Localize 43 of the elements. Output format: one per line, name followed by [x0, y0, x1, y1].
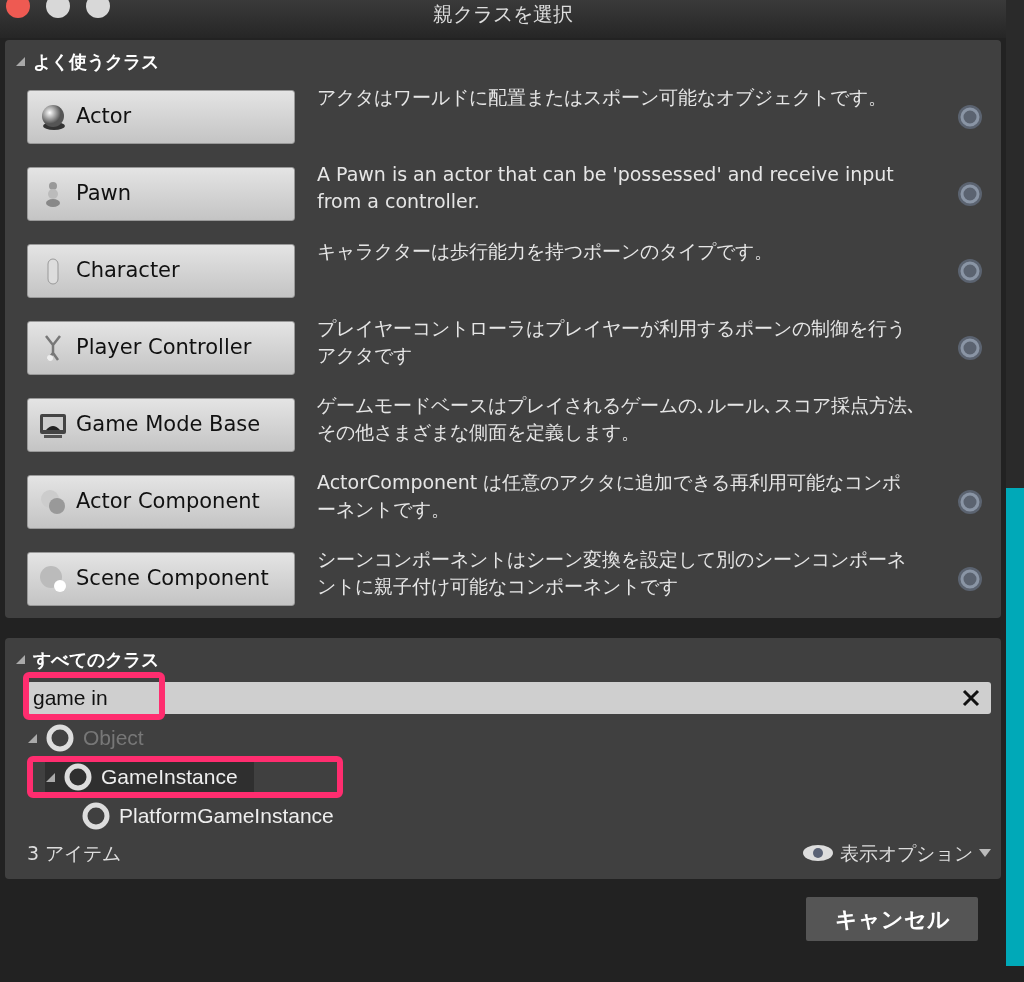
- class-button[interactable]: Scene Component: [27, 552, 295, 606]
- class-description: キャラクターは歩行能力を持つポーンのタイプです。: [317, 239, 774, 264]
- help-icon[interactable]: [957, 489, 983, 515]
- class-description: A Pawn is an actor that can be 'possessed' and receive input from a controller.: [317, 162, 895, 214]
- eye-icon: [802, 843, 834, 863]
- help-icon[interactable]: [957, 566, 983, 592]
- cancel-button[interactable]: キャンセル: [806, 897, 978, 941]
- help-icon[interactable]: [957, 258, 983, 284]
- class-icon: [81, 800, 111, 831]
- class-name: PlatformGameInstance: [119, 802, 334, 829]
- expanded-triangle-icon[interactable]: [15, 56, 25, 66]
- expanded-triangle-icon[interactable]: [15, 654, 25, 664]
- class-description: プレイヤーコントローラはプレイヤーが利用するポーンの制御を行うアクタです: [317, 316, 907, 368]
- class-button[interactable]: Actor Component: [27, 475, 295, 529]
- class-button[interactable]: Game Mode Base: [27, 398, 295, 452]
- spheres-icon: [38, 487, 68, 517]
- window-title: 親クラスを選択: [433, 4, 573, 24]
- class-button[interactable]: Character: [27, 244, 295, 298]
- section-title: すべてのクラス: [33, 647, 159, 672]
- clear-icon[interactable]: [961, 688, 981, 708]
- class-description: シーンコンポーネントはシーン変換を設定して別のシーンコンポーネントに親子付け可能なコンポーネントです: [317, 547, 907, 599]
- help-icon[interactable]: [957, 181, 983, 207]
- class-icon: [63, 761, 93, 792]
- help-icon[interactable]: [957, 335, 983, 361]
- class-description: ActorComponent は任意のアクタに追加できる再利用可能なコンポーネントです。: [317, 470, 903, 522]
- class-button[interactable]: Pawn: [27, 167, 295, 221]
- class-button[interactable]: Actor: [27, 90, 295, 144]
- minimize-button[interactable]: [46, 0, 70, 18]
- help-icon[interactable]: [957, 104, 983, 130]
- search-field[interactable]: game in: [27, 682, 991, 714]
- class-button[interactable]: Player Controller: [27, 321, 295, 375]
- dropdown-caret-icon: [979, 849, 991, 857]
- close-button[interactable]: [6, 0, 30, 18]
- class-name: GameInstance: [101, 763, 238, 790]
- item-count: 3 アイテム: [27, 840, 122, 866]
- class-description: ゲームモードベースはプレイされるゲームの､ルール､スコア採点方法､その他さまざまな側面を定義します。: [317, 393, 917, 445]
- spheres-icon: [38, 564, 68, 594]
- zoom-button[interactable]: [86, 0, 110, 18]
- class-description: アクタはワールドに配置またはスポーン可能なオブジェクトです。: [317, 85, 888, 110]
- class-icon: [45, 722, 75, 753]
- section-title: よく使うクラス: [33, 49, 159, 74]
- search-text: game in: [33, 685, 108, 712]
- view-options-button[interactable]: 表示オプション: [802, 838, 991, 868]
